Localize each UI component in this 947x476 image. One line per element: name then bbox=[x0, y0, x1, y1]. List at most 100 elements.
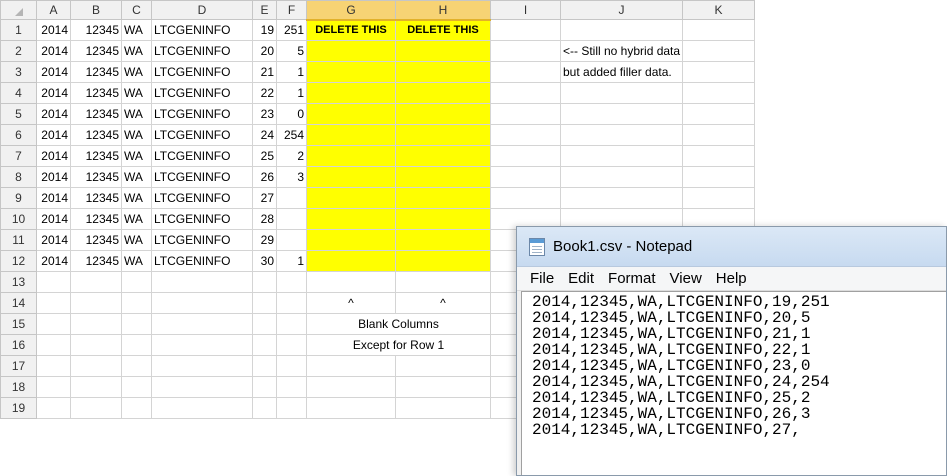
column-header-k[interactable]: K bbox=[682, 0, 756, 20]
cell-g16[interactable]: Except for Row 1 bbox=[306, 334, 491, 356]
cell-b4[interactable]: 12345 bbox=[70, 82, 122, 104]
row-header[interactable]: 3 bbox=[0, 61, 37, 83]
cell-a10[interactable]: 2014 bbox=[36, 208, 71, 230]
row-header[interactable]: 11 bbox=[0, 229, 37, 251]
cell-h14[interactable]: ^ bbox=[395, 292, 491, 314]
cell-f17[interactable] bbox=[276, 355, 307, 377]
cell-i1[interactable] bbox=[490, 19, 561, 41]
cell-c3[interactable]: WA bbox=[121, 61, 152, 83]
cell-b3[interactable]: 12345 bbox=[70, 61, 122, 83]
row-header[interactable]: 5 bbox=[0, 103, 37, 125]
cell-k7[interactable] bbox=[682, 145, 756, 167]
column-header-f[interactable]: F bbox=[276, 0, 307, 20]
cell-e17[interactable] bbox=[252, 355, 277, 377]
cell-e2[interactable]: 20 bbox=[252, 40, 277, 62]
cell-h17[interactable] bbox=[395, 355, 491, 377]
cell-f6[interactable]: 254 bbox=[276, 124, 307, 146]
cell-e19[interactable] bbox=[252, 397, 277, 419]
cell-c10[interactable]: WA bbox=[121, 208, 152, 230]
cell-c4[interactable]: WA bbox=[121, 82, 152, 104]
cell-d18[interactable] bbox=[151, 376, 253, 398]
cell-c9[interactable]: WA bbox=[121, 187, 152, 209]
row-header[interactable]: 14 bbox=[0, 292, 37, 314]
cell-e4[interactable]: 22 bbox=[252, 82, 277, 104]
cell-f14[interactable] bbox=[276, 292, 307, 314]
cell-i8[interactable] bbox=[490, 166, 561, 188]
cell-b17[interactable] bbox=[70, 355, 122, 377]
cell-d5[interactable]: LTCGENINFO bbox=[151, 103, 253, 125]
cell-g15[interactable]: Blank Columns bbox=[306, 313, 491, 335]
cell-d3[interactable]: LTCGENINFO bbox=[151, 61, 253, 83]
cell-f16[interactable] bbox=[276, 334, 307, 356]
notepad-window[interactable]: Book1.csv - Notepad File Edit Format View He… bbox=[516, 226, 947, 476]
column-header-a[interactable]: A bbox=[36, 0, 71, 20]
cell-g10[interactable] bbox=[306, 208, 396, 230]
cell-d8[interactable]: LTCGENINFO bbox=[151, 166, 253, 188]
cell-d2[interactable]: LTCGENINFO bbox=[151, 40, 253, 62]
row-header[interactable]: 12 bbox=[0, 250, 37, 272]
cell-g5[interactable] bbox=[306, 103, 396, 125]
cell-e12[interactable]: 30 bbox=[252, 250, 277, 272]
cell-a3[interactable]: 2014 bbox=[36, 61, 71, 83]
cell-c5[interactable]: WA bbox=[121, 103, 152, 125]
cell-g7[interactable] bbox=[306, 145, 396, 167]
cell-e10[interactable]: 28 bbox=[252, 208, 277, 230]
cell-g3[interactable] bbox=[306, 61, 396, 83]
cell-g13[interactable] bbox=[306, 271, 396, 293]
cell-h3[interactable] bbox=[395, 61, 491, 83]
cell-b18[interactable] bbox=[70, 376, 122, 398]
cell-k5[interactable] bbox=[682, 103, 756, 125]
cell-b1[interactable]: 12345 bbox=[70, 19, 122, 41]
column-header-e[interactable]: E bbox=[252, 0, 277, 20]
cell-j4[interactable] bbox=[559, 82, 684, 104]
cell-i9[interactable] bbox=[490, 187, 561, 209]
cell-a11[interactable]: 2014 bbox=[36, 229, 71, 251]
cell-a1[interactable]: 2014 bbox=[36, 19, 71, 41]
cell-e18[interactable] bbox=[252, 376, 277, 398]
cell-c13[interactable] bbox=[121, 271, 152, 293]
cell-i6[interactable] bbox=[490, 124, 561, 146]
cell-a14[interactable] bbox=[36, 292, 71, 314]
cell-f9[interactable] bbox=[276, 187, 307, 209]
cell-d1[interactable]: LTCGENINFO bbox=[151, 19, 253, 41]
cell-g9[interactable] bbox=[306, 187, 396, 209]
cell-e16[interactable] bbox=[252, 334, 277, 356]
row-header[interactable]: 1 bbox=[0, 19, 37, 41]
cell-h5[interactable] bbox=[395, 103, 491, 125]
cell-d10[interactable]: LTCGENINFO bbox=[151, 208, 253, 230]
cell-b2[interactable]: 12345 bbox=[70, 40, 122, 62]
cell-h19[interactable] bbox=[395, 397, 491, 419]
cell-j3[interactable]: but added filler data. bbox=[559, 61, 684, 83]
cell-e11[interactable]: 29 bbox=[252, 229, 277, 251]
notepad-text-area[interactable]: 2014,12345,WA,LTCGENINFO,19,251 2014,1234… bbox=[521, 291, 946, 475]
column-header-g[interactable]: G bbox=[306, 0, 396, 21]
cell-b10[interactable]: 12345 bbox=[70, 208, 122, 230]
cell-e3[interactable]: 21 bbox=[252, 61, 277, 83]
cell-c6[interactable]: WA bbox=[121, 124, 152, 146]
cell-k1[interactable] bbox=[682, 19, 756, 41]
cell-k6[interactable] bbox=[682, 124, 756, 146]
cell-h13[interactable] bbox=[395, 271, 491, 293]
menu-view[interactable]: View bbox=[663, 268, 709, 289]
cell-b14[interactable] bbox=[70, 292, 122, 314]
cell-f15[interactable] bbox=[276, 313, 307, 335]
cell-f18[interactable] bbox=[276, 376, 307, 398]
cell-b12[interactable]: 12345 bbox=[70, 250, 122, 272]
cell-f3[interactable]: 1 bbox=[276, 61, 307, 83]
cell-c2[interactable]: WA bbox=[121, 40, 152, 62]
cell-h9[interactable] bbox=[395, 187, 491, 209]
column-header-h[interactable]: H bbox=[395, 0, 491, 21]
cell-c15[interactable] bbox=[121, 313, 152, 335]
cell-g11[interactable] bbox=[306, 229, 396, 251]
cell-a13[interactable] bbox=[36, 271, 71, 293]
cell-g14[interactable]: ^ bbox=[306, 292, 396, 314]
cell-e9[interactable]: 27 bbox=[252, 187, 277, 209]
row-header[interactable]: 10 bbox=[0, 208, 37, 230]
cell-b9[interactable]: 12345 bbox=[70, 187, 122, 209]
cell-j2[interactable]: <-- Still no hybrid data bbox=[559, 40, 684, 62]
cell-d16[interactable] bbox=[151, 334, 253, 356]
cell-g4[interactable] bbox=[306, 82, 396, 104]
cell-e15[interactable] bbox=[252, 313, 277, 335]
cell-a9[interactable]: 2014 bbox=[36, 187, 71, 209]
cell-d12[interactable]: LTCGENINFO bbox=[151, 250, 253, 272]
